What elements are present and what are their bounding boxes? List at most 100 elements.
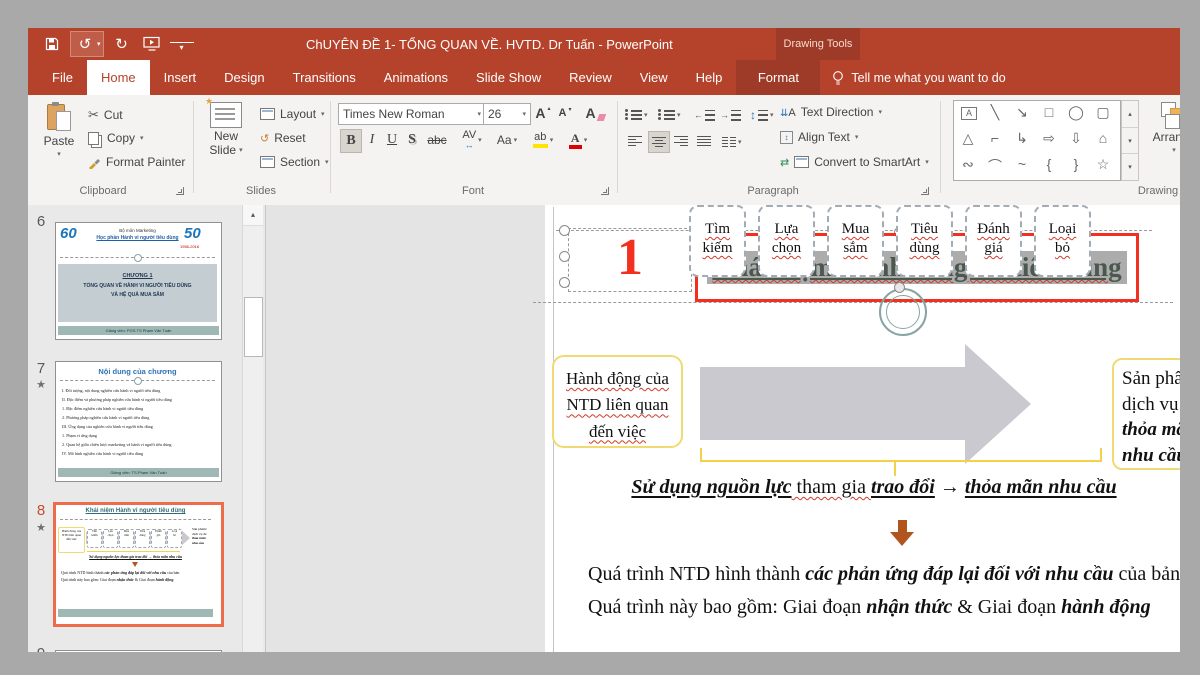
shape-gallery[interactable]: A ╲ ↘ □ ◯ ▢ △ ⌐ ↳ ⇨ ⇩ ⌂ ∾ ⌒ ~ { } ☆ (953, 100, 1121, 181)
shape-gallery-scrollbar[interactable]: ▴ ▾ ▾ (1121, 100, 1139, 181)
save-icon[interactable] (40, 32, 64, 56)
process-arrow-body[interactable] (700, 367, 965, 440)
customize-qat-icon[interactable]: ▾ (170, 42, 194, 53)
rounded-rect-shape-icon[interactable]: ▢ (1091, 104, 1115, 121)
process-step-box[interactable]: Muasắm (827, 205, 884, 277)
font-name-combo[interactable]: Times New Roman ▾ (338, 103, 486, 125)
star-shape-icon[interactable]: ☆ (1091, 156, 1115, 173)
font-color-button[interactable]: A ▾ (564, 129, 592, 151)
down-arrow-shape-icon[interactable]: ⇩ (1064, 130, 1088, 147)
arc-shape-icon[interactable]: ⌒ (983, 156, 1007, 176)
numbering-button[interactable]: ▾ (658, 104, 681, 126)
paste-button[interactable]: Paste ▾ (36, 102, 82, 158)
resource-line-textbox[interactable]: Sử dụng nguồn lực tham gia trao đổi → th… (568, 476, 1180, 499)
left-brace-shape-icon[interactable]: { (1037, 156, 1061, 172)
cut-button[interactable]: ✂ Cut (88, 107, 123, 123)
resize-handle[interactable] (894, 282, 905, 293)
change-case-button[interactable]: Aa ▾ (492, 129, 522, 151)
copy-dropdown-icon[interactable]: ▾ (140, 134, 144, 142)
copy-button[interactable]: Copy ▾ (88, 131, 144, 145)
slide-thumbnail-6[interactable]: 60 50 1956-2016 Bộ môn Marketing Học phầ… (55, 222, 222, 340)
curve-shape-icon[interactable]: ~ (1010, 156, 1034, 172)
columns-button[interactable]: ▾ (722, 131, 742, 153)
columns-dropdown-icon[interactable]: ▾ (738, 138, 742, 146)
new-slide-dropdown-icon[interactable]: ▾ (239, 147, 243, 154)
font-color-dropdown-icon[interactable]: ▾ (584, 136, 588, 144)
section-dropdown-icon[interactable]: ▾ (325, 158, 329, 166)
arrange-dropdown-icon[interactable]: ▾ (1172, 146, 1176, 154)
layout-dropdown-icon[interactable]: ▾ (321, 110, 325, 118)
slide-thumbnail-8-selected[interactable]: Khái niệm Hành vi người tiêu dùng Hành đ… (53, 502, 224, 627)
text-direction-dropdown-icon[interactable]: ▾ (878, 108, 882, 116)
layout-button[interactable]: Layout ▾ (260, 107, 325, 121)
text-box-shape-icon[interactable]: A (961, 107, 977, 120)
line-spacing-button[interactable]: ↕ ▾ (750, 104, 774, 126)
redo-icon[interactable]: ↻ (110, 32, 134, 56)
section-button[interactable]: Section ▾ (260, 155, 329, 169)
bracket-shape[interactable] (700, 460, 1102, 462)
font-size-combo[interactable]: 26 ▾ (483, 103, 531, 125)
gallery-scroll-up-icon[interactable]: ▴ (1122, 101, 1138, 128)
tab-transitions[interactable]: Transitions (279, 60, 370, 95)
rectangle-shape-icon[interactable]: □ (1037, 104, 1061, 120)
resize-handle[interactable] (559, 251, 570, 262)
tab-insert[interactable]: Insert (150, 60, 211, 95)
bullets-dropdown-icon[interactable]: ▾ (644, 111, 648, 119)
tell-me-box[interactable]: Tell me what you want to do (820, 60, 1017, 95)
elbow-shape-icon[interactable]: ⌐ (983, 130, 1007, 146)
tab-file[interactable]: File (38, 60, 87, 95)
justify-button[interactable] (694, 131, 714, 151)
triangle-shape-icon[interactable]: △ (956, 130, 980, 147)
scrollbar-thumb[interactable] (244, 297, 263, 357)
thumbnail-scrollbar[interactable]: ▴ (242, 205, 263, 652)
text-shadow-button[interactable]: S (404, 129, 420, 151)
numbering-dropdown-icon[interactable]: ▾ (677, 111, 681, 119)
align-left-button[interactable] (625, 131, 645, 151)
scribble-shape-icon[interactable]: ∾ (956, 156, 980, 173)
tab-slide-show[interactable]: Slide Show (462, 60, 555, 95)
body-paragraph-1[interactable]: Quá trình NTD hình thành các phản ứng đá… (588, 563, 1180, 586)
tab-help[interactable]: Help (682, 60, 737, 95)
italic-button[interactable]: I (364, 129, 380, 151)
tab-animations[interactable]: Animations (370, 60, 462, 95)
align-center-button[interactable] (648, 131, 670, 153)
tab-view[interactable]: View (626, 60, 682, 95)
strikethrough-button[interactable]: abc (424, 129, 450, 151)
underline-button[interactable]: U (384, 129, 400, 151)
case-dropdown-icon[interactable]: ▾ (514, 136, 518, 144)
bullets-button[interactable]: ▾ (625, 104, 648, 126)
tab-review[interactable]: Review (555, 60, 626, 95)
align-text-dropdown-icon[interactable]: ▾ (855, 133, 859, 141)
process-step-box[interactable]: Tiêudùng (896, 205, 953, 277)
process-step-box[interactable]: Loạibỏ (1034, 205, 1091, 277)
undo-button[interactable]: ↺ ▾ (70, 31, 104, 57)
resize-handle[interactable] (559, 277, 570, 288)
scrollbar-up-icon[interactable]: ▴ (243, 205, 263, 226)
clear-formatting-button[interactable]: A (584, 102, 606, 124)
right-brace-shape-icon[interactable]: } (1064, 156, 1088, 172)
highlight-dropdown-icon[interactable]: ▾ (550, 136, 554, 144)
undo-dropdown-icon[interactable]: ▾ (97, 40, 101, 48)
format-painter-button[interactable]: Format Painter (88, 155, 185, 169)
elbow-arrow-shape-icon[interactable]: ↳ (1010, 130, 1034, 147)
gallery-more-icon[interactable]: ▾ (1122, 154, 1138, 180)
reset-button[interactable]: ↺ Reset (260, 131, 306, 145)
font-size-dropdown-icon[interactable]: ▾ (522, 110, 526, 118)
paste-dropdown-icon[interactable]: ▾ (57, 150, 61, 158)
decrease-indent-button[interactable]: ← (694, 104, 715, 126)
oval-shape-icon[interactable]: ◯ (1064, 104, 1088, 121)
paragraph-dialog-launcher-icon[interactable] (921, 187, 929, 195)
process-arrow-head[interactable] (965, 344, 1031, 464)
tab-home[interactable]: Home (87, 60, 150, 95)
text-highlight-button[interactable]: ab ▾ (528, 129, 558, 151)
body-paragraph-2[interactable]: Quá trình này bao gồm: Giai đoạn nhận th… (588, 596, 1151, 619)
slide-thumbnail-9[interactable] (55, 650, 222, 652)
gallery-scroll-down-icon[interactable]: ▾ (1122, 128, 1138, 155)
font-name-dropdown-icon[interactable]: ▾ (477, 110, 481, 118)
process-step-box[interactable]: Tìmkiếm (689, 205, 746, 277)
shrink-font-button[interactable]: A ▾ (556, 102, 574, 124)
grow-font-button[interactable]: A ▴ (533, 102, 553, 124)
arrange-button[interactable]: Arrange ▾ (1144, 102, 1180, 154)
left-label-shape[interactable]: Hành động của NTD liên quan đến việc (552, 355, 683, 448)
right-arrow-shape-icon[interactable]: ⇨ (1037, 130, 1061, 147)
